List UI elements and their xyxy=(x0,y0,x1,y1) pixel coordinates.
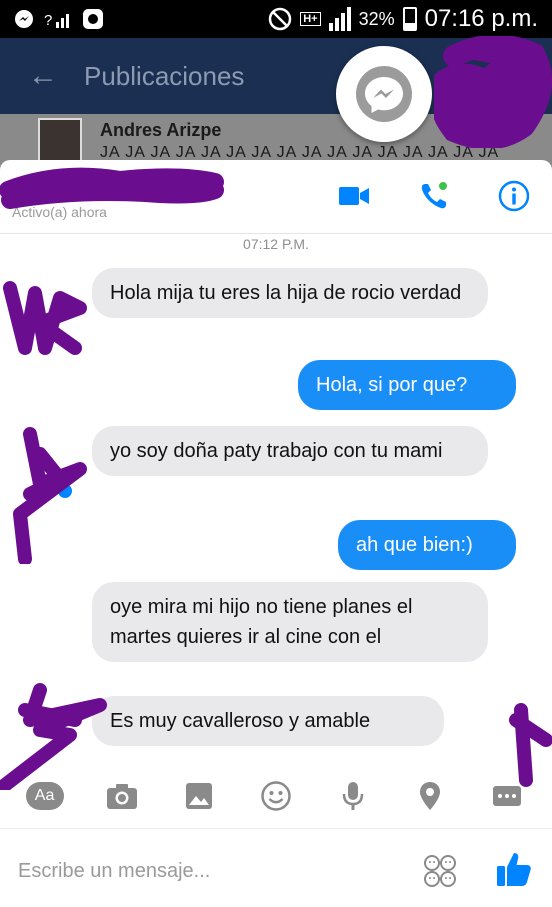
messenger-notification-icon xyxy=(15,10,33,28)
message-list[interactable]: 07:12 P.M. Hola mija tu eres la hija de … xyxy=(0,234,552,764)
incoming-message[interactable]: Hola mija tu eres la hija de rocio verda… xyxy=(92,268,488,318)
signal-icon xyxy=(328,7,351,31)
back-arrow-icon[interactable]: ← xyxy=(28,59,58,93)
messenger-icon xyxy=(356,66,412,122)
sticker-faces-icon xyxy=(424,855,456,887)
post-author: Andres Arizpe xyxy=(100,120,222,140)
voice-message-button[interactable] xyxy=(334,777,372,815)
info-icon xyxy=(498,180,530,212)
incoming-message[interactable]: Es muy cavalleroso y amable xyxy=(92,696,444,746)
message-input[interactable] xyxy=(18,853,398,889)
text-format-button[interactable]: Aa xyxy=(25,777,64,815)
background-page-title: Publicaciones xyxy=(84,60,245,91)
network-type: H+ xyxy=(300,12,321,26)
sender-avatar xyxy=(58,484,72,498)
more-icon xyxy=(493,786,522,806)
wifi-question-icon: ? xyxy=(44,12,69,29)
video-call-button[interactable] xyxy=(338,180,370,212)
battery-percent: 32% xyxy=(358,8,395,29)
do-not-disturb-icon xyxy=(268,7,292,31)
conversation-info-button[interactable] xyxy=(498,180,530,212)
more-options-button[interactable] xyxy=(488,777,526,815)
phone-icon xyxy=(421,182,447,209)
sticker-button[interactable] xyxy=(422,853,458,889)
aa-label: Aa xyxy=(25,782,64,810)
message-timestamp: 07:12 P.M. xyxy=(243,236,309,252)
gallery-button[interactable] xyxy=(180,777,218,815)
status-bar: ? H+ 32% 07:16 p.m. xyxy=(0,0,552,38)
microphone-icon xyxy=(342,782,364,810)
location-pin-icon xyxy=(420,782,441,810)
voice-call-button[interactable] xyxy=(418,180,450,212)
composer-toolbar: Aa xyxy=(0,764,552,828)
like-button[interactable] xyxy=(494,849,534,889)
smiley-icon xyxy=(261,781,291,811)
background-app-header: ← Publicaciones xyxy=(0,38,552,114)
emoji-button[interactable] xyxy=(257,777,295,815)
message-composer xyxy=(0,828,552,907)
outgoing-message[interactable]: Hola, si por que? xyxy=(298,360,516,410)
thumbs-up-icon xyxy=(497,853,531,886)
image-icon xyxy=(185,783,212,809)
camera-button[interactable] xyxy=(103,777,141,815)
camera-icon xyxy=(106,784,137,809)
svg-text:?: ? xyxy=(44,12,52,29)
shield-app-icon xyxy=(83,9,103,29)
active-status: Activo(a) ahora xyxy=(12,204,107,220)
incoming-message[interactable]: yo soy doña paty trabajo con tu mami xyxy=(92,426,488,476)
incoming-message[interactable]: oye mira mi hijo no tiene planes el mart… xyxy=(92,582,488,662)
outgoing-message[interactable]: ah que bien:) xyxy=(338,520,516,570)
clock: 07:16 p.m. xyxy=(424,5,538,32)
screen: ? H+ 32% 07:16 p.m. ← Publicaciones Andr… xyxy=(0,0,552,907)
video-camera-icon xyxy=(339,187,369,205)
location-button[interactable] xyxy=(411,777,449,815)
messenger-chat-head[interactable] xyxy=(336,46,432,142)
chat-window: Activo(a) ahora 07:12 P.M. Hola mija tu … xyxy=(0,160,552,907)
battery-icon xyxy=(402,7,417,31)
chat-header: Activo(a) ahora xyxy=(0,160,552,234)
